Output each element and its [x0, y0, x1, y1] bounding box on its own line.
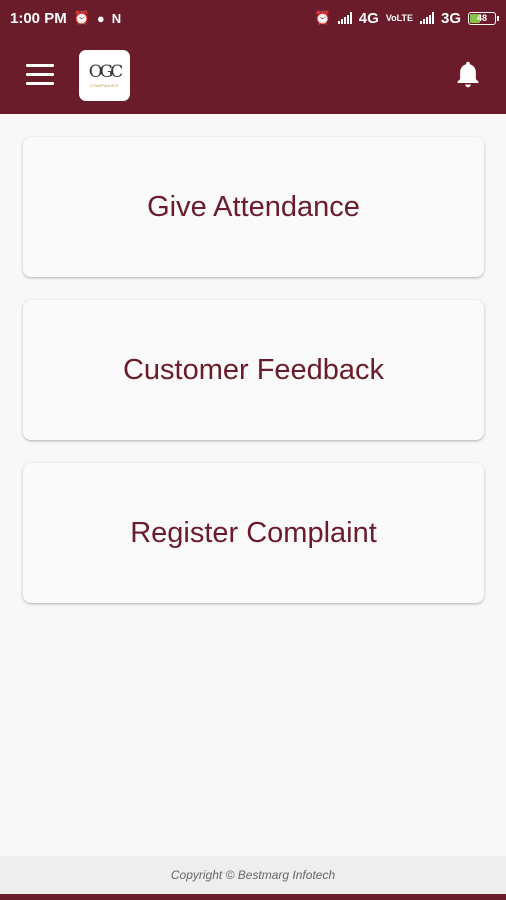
jio-icon: ●: [96, 10, 105, 26]
card-label: Customer Feedback: [122, 353, 385, 386]
card-label: Register Complaint: [130, 516, 377, 549]
hamburger-menu-icon[interactable]: [26, 64, 54, 86]
alarm-icon: ⏰: [314, 10, 331, 25]
signal-icon: [419, 12, 434, 24]
volte-label: VoLTE: [385, 13, 413, 23]
network-type-right: 3G: [440, 9, 461, 27]
status-bar: 1:00 PM ⏰ ● N ⏰ 4G VoLTE 3G 48: [0, 0, 506, 36]
app-toolbar: OGC COMPANIES: [0, 36, 506, 114]
customer-feedback-card[interactable]: Customer Feedback: [23, 300, 484, 440]
battery-icon: 48: [468, 11, 499, 25]
status-left: 1:00 PM ⏰ ● N: [10, 10, 121, 27]
app-logo: OGC COMPANIES: [79, 50, 130, 101]
copyright-text: Copyright © Bestmarg Infotech: [170, 868, 336, 882]
card-label: Give Attendance: [147, 190, 360, 223]
footer: Copyright © Bestmarg Infotech: [0, 856, 506, 894]
give-attendance-card[interactable]: Give Attendance: [23, 137, 484, 277]
network-type-left: 4G: [358, 9, 379, 27]
logo-subtext: COMPANIES: [90, 82, 119, 88]
register-complaint-card[interactable]: Register Complaint: [23, 463, 484, 603]
battery-level: 48: [476, 13, 487, 23]
bottom-strip: [0, 894, 506, 900]
alarm-icon: ⏰: [73, 10, 90, 25]
status-time: 1:00 PM: [10, 9, 67, 27]
notification-bell-icon[interactable]: [454, 60, 482, 90]
status-right: ⏰ 4G VoLTE 3G 48: [314, 9, 499, 27]
n-notification-icon: N: [111, 10, 122, 26]
logo-mark: OGC: [88, 61, 123, 82]
signal-icon: [337, 12, 352, 24]
